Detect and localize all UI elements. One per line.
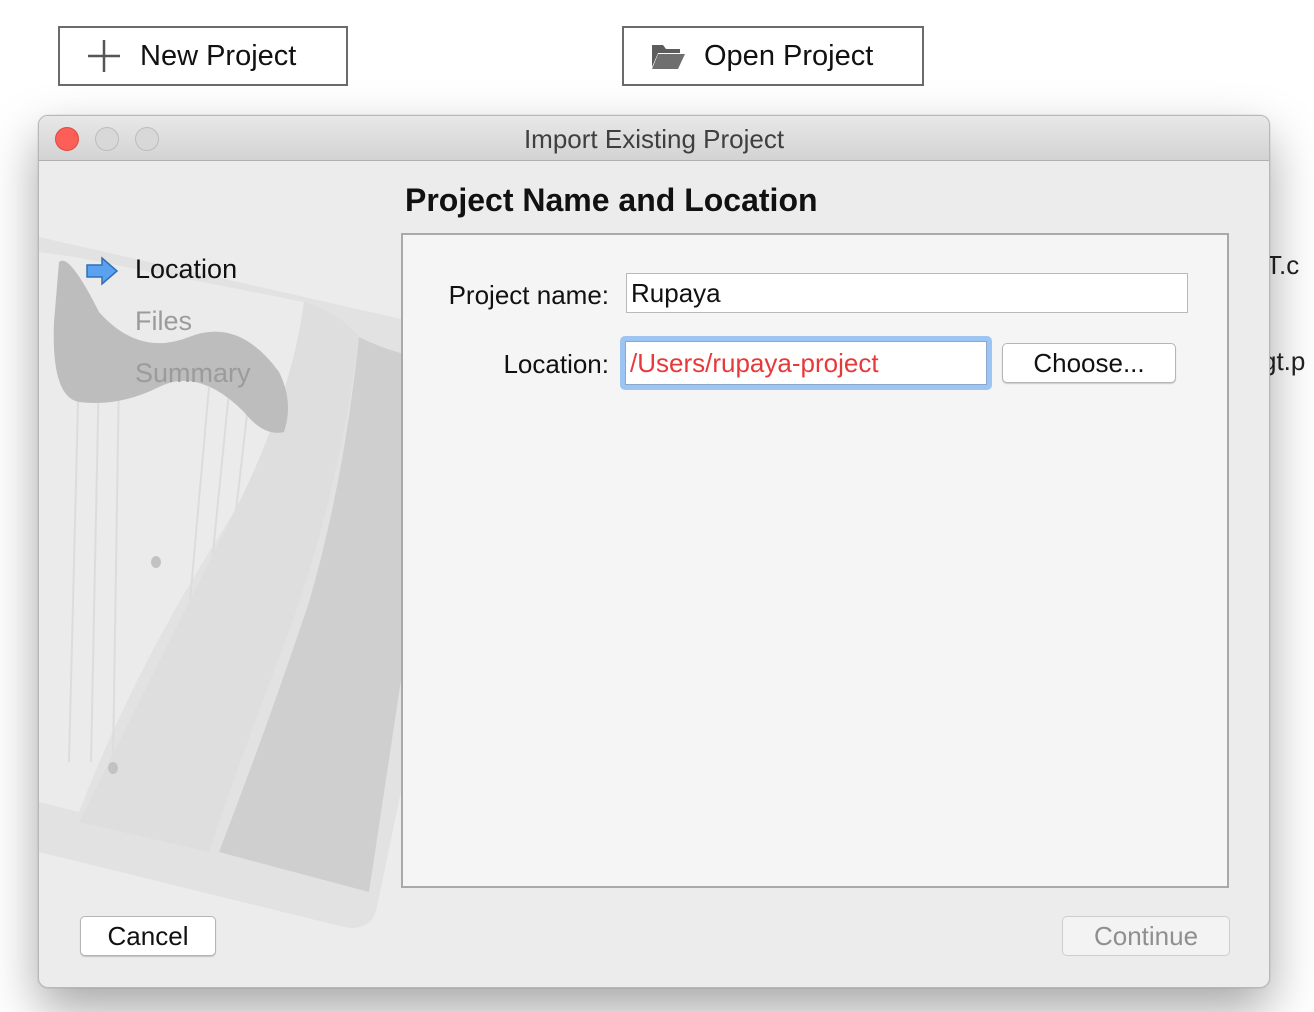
- location-input-focus-ring: /Users/rupaya-project: [620, 336, 992, 390]
- cancel-button[interactable]: Cancel: [80, 916, 216, 956]
- step-files: Files: [135, 306, 193, 336]
- import-project-dialog: Import Existing Project Location Files S…: [38, 115, 1270, 988]
- content-panel: Project name: Rupaya Location: /Users/ru…: [401, 233, 1229, 888]
- new-project-button[interactable]: New Project: [58, 26, 348, 86]
- new-project-label: New Project: [140, 39, 297, 72]
- title-bar: Import Existing Project: [39, 116, 1269, 161]
- folder-open-icon: [648, 36, 688, 76]
- page-title: Project Name and Location: [405, 182, 818, 218]
- step-location: Location: [135, 254, 238, 284]
- location-input[interactable]: /Users/rupaya-project: [625, 341, 987, 385]
- project-name-label: Project name:: [448, 280, 609, 310]
- project-name-input[interactable]: Rupaya: [626, 273, 1188, 313]
- plus-icon: [84, 36, 124, 76]
- step-summary: Summary: [135, 358, 251, 388]
- open-project-label: Open Project: [704, 39, 874, 72]
- choose-location-button[interactable]: Choose...: [1002, 343, 1176, 383]
- background-file-text: T.c: [1266, 250, 1300, 280]
- open-project-button[interactable]: Open Project: [622, 26, 924, 86]
- arrow-right-icon: [86, 256, 119, 286]
- location-label: Location:: [503, 349, 609, 379]
- continue-button[interactable]: Continue: [1062, 916, 1230, 956]
- dialog-title: Import Existing Project: [523, 124, 785, 154]
